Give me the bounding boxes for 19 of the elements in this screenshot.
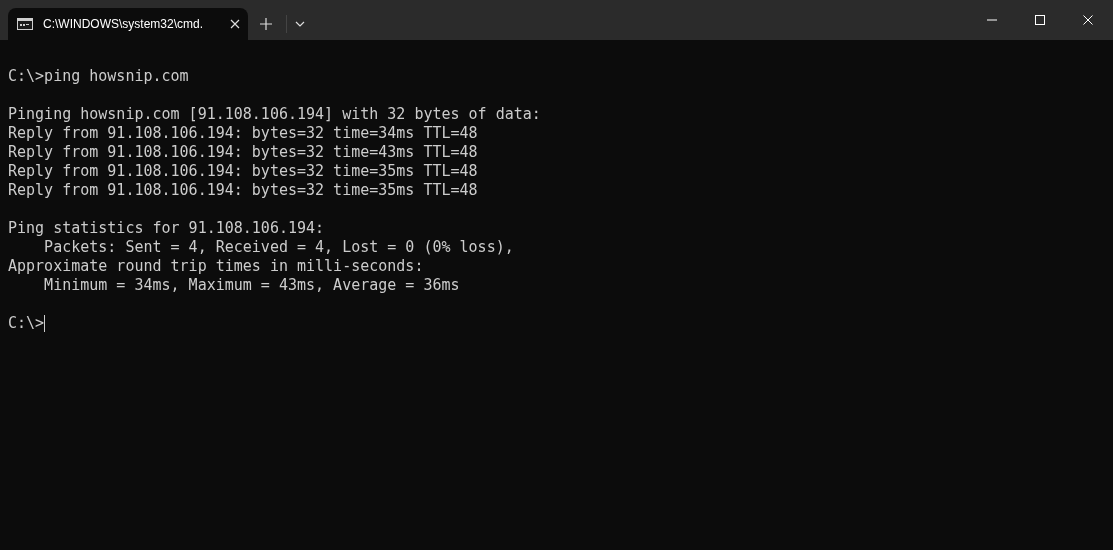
chevron-down-icon[interactable] — [295, 21, 305, 27]
tab[interactable]: C:\WINDOWS\system32\cmd. — [8, 8, 248, 40]
output-line: Reply from 91.108.106.194: bytes=32 time=34ms TTL=48 — [8, 124, 478, 143]
text-cursor — [44, 315, 46, 332]
output-line: Reply from 91.108.106.194: bytes=32 time=35ms TTL=48 — [8, 181, 478, 200]
maximize-icon[interactable] — [1035, 15, 1045, 25]
output-line: C:\>ping howsnip.com — [8, 67, 189, 86]
close-icon[interactable] — [230, 19, 240, 29]
output-line: Minimum = 34ms, Maximum = 43ms, Average = 36ms — [43, 276, 460, 295]
output-line: Reply from 91.108.106.194: bytes=32 time=43ms TTL=48 — [8, 143, 478, 162]
terminal-icon — [17, 18, 33, 30]
output-line: Approximate round trip times in milli-seconds: — [8, 257, 424, 276]
output-line: Ping statistics for 91.108.106.194: — [8, 219, 325, 238]
new-tab-icon[interactable] — [260, 18, 272, 30]
output-line: Packets: Sent = 4, Received = 4, Lost = 0 (0% loss), — [43, 238, 514, 257]
output-line: Pinging howsnip.com [91.108.106.194] with 32 bytes of data: — [8, 105, 541, 124]
prompt: C:\> — [8, 314, 45, 333]
tab-title: C:\WINDOWS\system32\cmd. — [43, 16, 204, 33]
output-line: Reply from 91.108.106.194: bytes=32 time=35ms TTL=48 — [8, 162, 478, 181]
